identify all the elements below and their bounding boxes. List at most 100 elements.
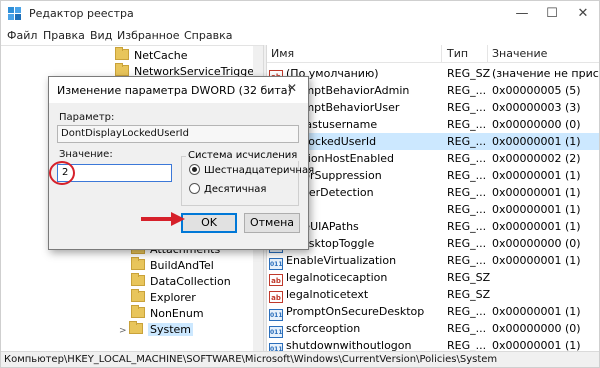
dialog-title: Изменение параметра DWORD (32 бита) — [57, 84, 292, 97]
value-name-text: legalnoticetext — [286, 288, 369, 301]
tree-item-explorer[interactable]: Explorer — [131, 289, 196, 306]
value-type: REG_... — [447, 220, 487, 233]
value-data: 0x00000002 (2) — [492, 152, 581, 165]
list-item[interactable]: ab legalnoticetext REG_SZ — [267, 286, 599, 303]
radio-empty-icon — [189, 183, 200, 194]
registry-editor-icon — [8, 7, 21, 20]
value-name: 011 EnableVirtualization — [269, 252, 445, 270]
value-type: REG_... — [447, 237, 487, 250]
list-item[interactable]: 011 EnableVirtualization REG_... 0x00000001… — [267, 252, 599, 270]
value-name-text: legalnoticecaption — [286, 271, 388, 284]
value-type: REG_... — [447, 169, 487, 182]
values-list[interactable]: Имя Тип Значение ab(По умолчанию)REG_SZ(… — [267, 45, 599, 351]
value-label: Значение: — [59, 149, 113, 160]
string-value-icon: ab — [269, 291, 283, 303]
folder-icon — [131, 305, 145, 318]
value-data: 0x00000001 (1) — [492, 186, 581, 199]
column-divider[interactable] — [487, 45, 488, 63]
window-title: Редактор реестра — [29, 7, 134, 20]
value-data: 0x00000001 (1) — [492, 220, 581, 233]
value-type: REG_... — [447, 186, 487, 199]
menu-help[interactable]: Справка — [184, 29, 232, 42]
radio-decimal[interactable]: Десятичная — [189, 183, 266, 195]
value-name-text: shutdownwithoutlogon — [286, 339, 412, 351]
annotation-circle — [49, 161, 75, 185]
value-type: REG_... — [447, 101, 487, 114]
column-value[interactable]: Значение — [492, 47, 547, 60]
close-button[interactable]: ✕ — [568, 1, 598, 27]
column-type[interactable]: Тип — [447, 47, 468, 60]
folder-icon — [115, 47, 129, 60]
value-name: ab legalnoticecaption — [269, 269, 445, 286]
list-item[interactable]: 011laylastusernameREG_...0x00000000 (0) — [267, 116, 599, 134]
registry-editor-window: Редактор реестра — ☐ ✕ Файл Правка Вид И… — [0, 0, 600, 368]
value-type: REG_SZ — [447, 271, 491, 284]
dialog-close-button[interactable]: ✕ — [281, 81, 303, 99]
tree-item-datacollection[interactable]: DataCollection — [131, 273, 231, 290]
ok-button[interactable]: OK — [181, 213, 237, 233]
dialog-title-bar: Изменение параметра DWORD (32 бита) ✕ — [49, 77, 308, 103]
value-data: 0x00000000 (0) — [492, 118, 581, 131]
number-base-title: Система исчисления — [186, 150, 300, 161]
folder-icon — [131, 273, 145, 286]
list-item[interactable]: ab legalnoticecaption REG_SZ — [267, 269, 599, 286]
minimize-button[interactable]: — — [507, 1, 537, 27]
chevron-right-icon[interactable]: > — [119, 323, 129, 339]
list-item[interactable]: 011ursorSuppressionREG_...0x00000001 (1) — [267, 167, 599, 185]
folder-icon — [129, 321, 143, 334]
list-item[interactable]: 011 shutdownwithoutlogon REG_... 0x00000001… — [267, 337, 599, 351]
value-name: 011 shutdownwithoutlogon — [269, 337, 445, 351]
value-type: REG_... — [447, 254, 487, 267]
value-data: 0x00000000 (0) — [492, 322, 581, 335]
menu-view[interactable]: Вид — [90, 29, 112, 42]
list-item[interactable]: 011layLockedUserIdREG_...0x00000001 (1) — [267, 133, 599, 151]
folder-icon — [131, 257, 145, 270]
list-item[interactable]: 011 scforceoption REG_... 0x00000000 (0) — [267, 320, 599, 338]
value-type: REG_... — [447, 135, 487, 148]
column-divider[interactable] — [441, 45, 442, 63]
value-name: 011 scforceoption — [269, 320, 445, 338]
value-type: REG_SZ — [447, 288, 491, 301]
list-item[interactable]: 011PromptBehaviorAdminREG_...0x00000005 … — [267, 82, 599, 100]
list-item[interactable]: 011stallerDetectionREG_...0x00000001 (1) — [267, 184, 599, 202]
list-item[interactable]: 011ADesktopToggleREG_...0x00000000 (0) — [267, 235, 599, 253]
dialog-body: Параметр: DontDisplayLockedUserId Значен… — [49, 103, 314, 249]
value-name: ab legalnoticetext — [269, 286, 445, 303]
tree-item-system[interactable]: > System — [119, 321, 194, 339]
radio-selected-icon — [189, 164, 200, 175]
value-name: 011 PromptOnSecureDesktop — [269, 303, 445, 321]
tree-item-nonenum[interactable]: NonEnum — [131, 305, 204, 322]
value-name-text: scforceoption — [286, 322, 361, 335]
value-type: REG_... — [447, 322, 487, 335]
list-item[interactable]: 011 PromptOnSecureDesktop REG_... 0x0000000… — [267, 303, 599, 321]
string-value-icon: ab — [269, 274, 283, 286]
value-data: 0x00000000 (0) — [492, 237, 581, 250]
value-data: 0x00000005 (5) — [492, 84, 581, 97]
value-type: REG_... — [447, 203, 487, 216]
tree-item-netcache[interactable]: NetCache — [115, 47, 188, 64]
menu-favorites[interactable]: Избранное — [117, 29, 179, 42]
list-item[interactable]: 011cureUIAPathsREG_...0x00000001 (1) — [267, 218, 599, 236]
value-type: REG_... — [447, 339, 487, 351]
value-type: REG_... — [447, 305, 487, 318]
title-bar: Редактор реестра — ☐ ✕ — [1, 1, 599, 27]
maximize-button[interactable]: ☐ — [537, 1, 567, 27]
value-data: 0x00000001 (1) — [492, 203, 581, 216]
list-item[interactable]: 011mationHostEnabledREG_...0x00000002 (2… — [267, 150, 599, 168]
menu-file[interactable]: Файл — [7, 29, 37, 42]
menu-edit[interactable]: Правка — [43, 29, 85, 42]
value-type: REG_SZ — [447, 67, 491, 80]
column-name[interactable]: Имя — [271, 47, 294, 60]
value-name-text: PromptOnSecureDesktop — [286, 305, 425, 318]
list-header: Имя Тип Значение — [267, 45, 599, 63]
list-item[interactable]: 011PromptBehaviorUserREG_...0x00000003 (… — [267, 99, 599, 117]
param-name-field: DontDisplayLockedUserId — [57, 125, 299, 143]
value-data: 0x00000001 (1) — [492, 339, 581, 351]
value-data: 0x00000001 (1) — [492, 169, 581, 182]
list-item[interactable]: ab(По умолчанию)REG_SZ(значение не присв — [267, 65, 599, 82]
value-name-text: EnableVirtualization — [286, 254, 397, 267]
tree-item-buildandtel[interactable]: BuildAndTel — [131, 257, 214, 274]
list-item[interactable]: 011UAREG_...0x00000001 (1) — [267, 201, 599, 219]
cancel-button[interactable]: Отмена — [244, 213, 300, 233]
radio-hexadecimal[interactable]: Шестнадцатеричная — [189, 164, 314, 176]
